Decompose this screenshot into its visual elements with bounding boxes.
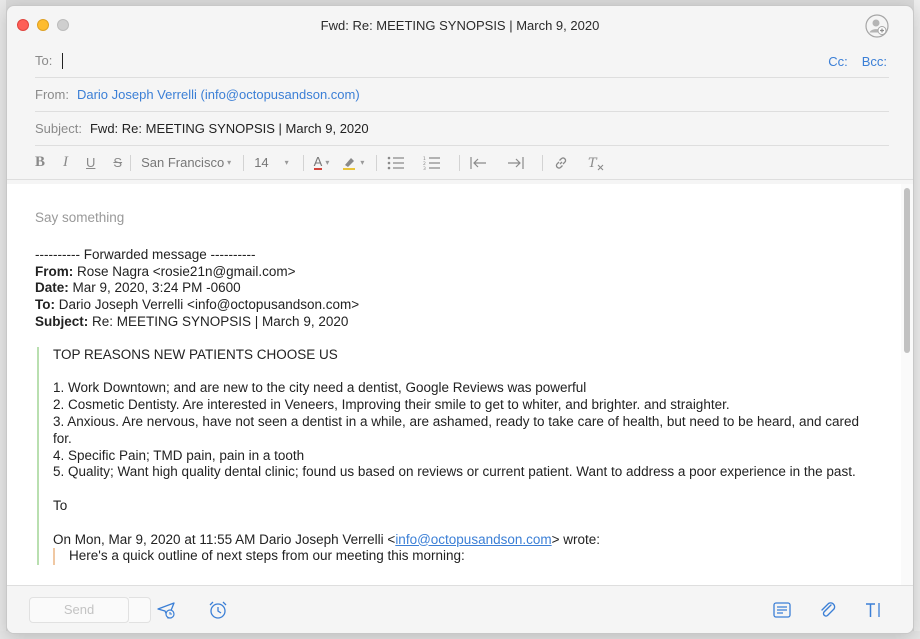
title-bar: Fwd: Re: MEETING SYNOPSIS | March 9, 202… (7, 6, 913, 44)
quoted-message: TOP REASONS NEW PATIENTS CHOOSE US 1. Wo… (37, 346, 877, 566)
from-row[interactable]: From: Dario Joseph Verrelli (info@octopu… (35, 78, 889, 112)
bold-button[interactable]: B (35, 154, 45, 171)
text-color-icon: A (313, 154, 323, 170)
forward-subject-line: Subject: Re: MEETING SYNOPSIS | March 9,… (35, 314, 903, 331)
reason-item: 2. Cosmetic Dentisty. Are interested in … (53, 397, 730, 413)
text-color-button[interactable]: A ▾ (313, 154, 330, 170)
reason-item: 3. Anxious. Are nervous, have not seen a… (53, 413, 860, 446)
toolbar-divider (130, 154, 132, 171)
compose-window: Fwd: Re: MEETING SYNOPSIS | March 9, 202… (6, 5, 914, 634)
send-options-button[interactable] (129, 596, 151, 623)
attachment-icon[interactable] (817, 599, 839, 621)
alarm-icon[interactable] (207, 599, 229, 621)
bottom-toolbar: Send (7, 585, 913, 633)
email-link[interactable]: info@octopusandson.com (395, 532, 551, 547)
font-size-value: 14 (254, 155, 269, 170)
reason-item: 5. Quality; Want high quality dental cli… (53, 464, 856, 480)
from-label: From: (35, 87, 69, 102)
background-app-right (914, 0, 920, 639)
to-line: To (53, 497, 68, 513)
body-scrollbar[interactable] (901, 184, 913, 587)
toolbar-divider (302, 154, 304, 171)
window-controls (17, 19, 69, 31)
italic-button[interactable]: I (63, 154, 68, 171)
font-family-select[interactable]: San Francisco ▾ (141, 155, 231, 170)
zoom-window-button[interactable] (57, 19, 69, 31)
chevron-down-icon: ▾ (325, 158, 330, 167)
to-label: To: (35, 53, 53, 68)
subject-input[interactable]: Fwd: Re: MEETING SYNOPSIS | March 9, 202… (90, 121, 369, 136)
wrote-suffix: > wrote: (551, 531, 601, 547)
send-button[interactable]: Send (29, 596, 129, 623)
indent-icon[interactable] (506, 156, 524, 170)
chevron-down-icon: ▾ (227, 158, 232, 167)
forward-from-value: Rose Nagra <rosie21n@gmail.com> (73, 263, 296, 279)
underline-button[interactable]: U (86, 155, 95, 170)
inner-quoted-message: Here's a quick outline of next steps fro… (53, 548, 877, 566)
from-selector[interactable]: Dario Joseph Verrelli (info@octopusandso… (77, 87, 360, 102)
scrollbar-thumb[interactable] (904, 188, 910, 353)
forward-to-line: To: Dario Joseph Verrelli <info@octopusa… (35, 297, 903, 314)
cc-link[interactable]: Cc: (828, 54, 848, 69)
svg-text:3: 3 (423, 166, 426, 170)
format-toolbar: B I U S San Francisco ▾ 14 ▾ A ▾ ▾ 1 2 3… (7, 146, 913, 180)
svg-text:T: T (588, 156, 598, 171)
forward-from-line: From: Rose Nagra <rosie21n@gmail.com> (35, 264, 903, 281)
wrote-prefix: On Mon, Mar 9, 2020 at 11:55 AM Dario Jo… (53, 531, 396, 547)
forward-to-value: Dario Joseph Verrelli <info@octopusandso… (55, 297, 360, 313)
forward-to-key: To: (35, 297, 55, 313)
highlighter-icon (343, 157, 356, 170)
reason-item: 1. Work Downtown; and are new to the cit… (53, 380, 587, 396)
strikethrough-button[interactable]: S (113, 155, 122, 170)
forward-date-value: Mar 9, 2020, 3:24 PM -0600 (68, 280, 241, 296)
outdent-icon[interactable] (470, 156, 488, 170)
forward-from-key: From: (35, 263, 74, 279)
message-content: Say something ---------- Forwarded messa… (7, 184, 903, 566)
subject-row[interactable]: Subject: Fwd: Re: MEETING SYNOPSIS | Mar… (35, 112, 889, 146)
toolbar-divider (542, 154, 544, 171)
quote-heading: TOP REASONS NEW PATIENTS CHOOSE US (53, 346, 338, 362)
link-icon[interactable] (553, 155, 569, 171)
bcc-link[interactable]: Bcc: (862, 54, 887, 69)
toolbar-divider (459, 154, 461, 171)
font-family-value: San Francisco (141, 155, 225, 170)
minimize-window-button[interactable] (37, 19, 49, 31)
bulleted-list-icon[interactable] (387, 156, 405, 170)
chevron-down-icon: ▾ (284, 158, 289, 167)
body-placeholder: Say something (35, 210, 125, 225)
message-body[interactable]: Say something ---------- Forwarded messa… (7, 184, 903, 587)
forward-subject-key: Subject: (35, 313, 89, 329)
forward-header: ---------- Forwarded message ---------- (35, 246, 256, 262)
send-later-icon[interactable] (155, 599, 177, 621)
to-row[interactable]: To: Cc: Bcc: (35, 44, 889, 78)
toolbar-divider (243, 154, 245, 171)
forward-subject-value: Re: MEETING SYNOPSIS | March 9, 2020 (88, 313, 349, 329)
font-size-select[interactable]: 14 ▾ (254, 155, 288, 170)
text-format-icon[interactable] (863, 599, 885, 621)
wrote-line: On Mon, Mar 9, 2020 at 11:55 AM Dario Jo… (53, 532, 877, 549)
toolbar-divider (376, 154, 378, 171)
forward-date-key: Date: (35, 280, 69, 296)
template-icon[interactable] (771, 599, 793, 621)
text-cursor (62, 52, 64, 69)
clear-formatting-icon[interactable]: T (587, 155, 605, 171)
chevron-down-icon: ▾ (360, 158, 365, 167)
forward-date-line: Date: Mar 9, 2020, 3:24 PM -0600 (35, 280, 903, 297)
inner-quote-line: Here's a quick outline of next steps fro… (69, 548, 465, 564)
highlight-button[interactable]: ▾ (341, 155, 364, 171)
numbered-list-icon[interactable]: 1 2 3 (423, 156, 441, 170)
window-title: Fwd: Re: MEETING SYNOPSIS | March 9, 202… (320, 17, 600, 33)
cc-bcc-links: Cc: Bcc: (828, 54, 887, 69)
reason-item: 4. Specific Pain; TMD pain, pain in a to… (53, 447, 305, 463)
person-add-icon[interactable] (865, 14, 889, 38)
subject-label: Subject: (35, 121, 82, 136)
close-window-button[interactable] (17, 19, 29, 31)
